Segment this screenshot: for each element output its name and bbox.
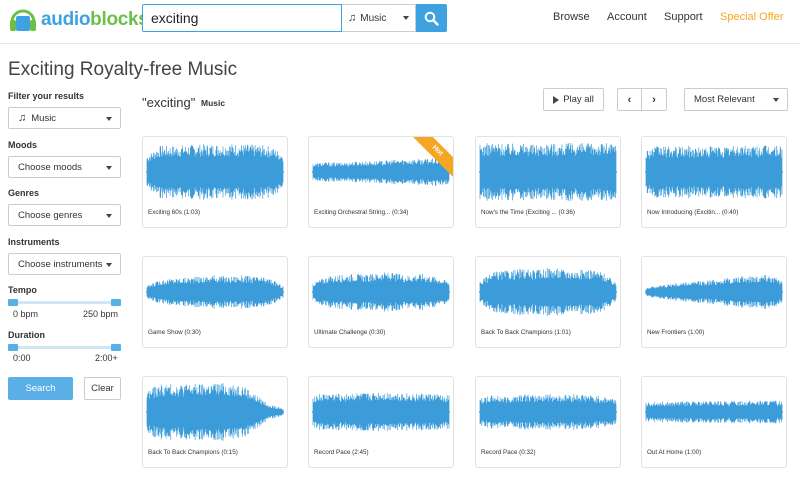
tempo-slider-max-handle[interactable] <box>111 299 121 306</box>
track-title[interactable]: Ultimate Challenge (0:30) <box>314 329 385 336</box>
track-title[interactable]: Now's the Time (Exciting ... (0:36) <box>481 209 575 216</box>
moods-dropdown[interactable]: Choose moods <box>8 156 121 178</box>
prev-page-button[interactable]: ‹ <box>617 88 642 111</box>
top-header: audioblocks exciting ♫ Music Browse Acco… <box>0 0 800 44</box>
instruments-value: Choose instruments <box>18 258 103 270</box>
query-type: Music <box>201 98 226 108</box>
filter-clear-button[interactable]: Clear <box>84 377 121 400</box>
music-note-icon: ♫ <box>348 12 357 24</box>
track-card[interactable]: Ultimate Challenge (0:30) <box>308 256 454 348</box>
nav-special-offer[interactable]: Special Offer <box>720 11 783 23</box>
track-title[interactable]: New Frontiers (1:00) <box>647 329 704 336</box>
logo-text-audio: audio <box>41 9 91 30</box>
waveform-icon[interactable] <box>146 139 284 205</box>
track-title[interactable]: Record Pace (0:32) <box>481 449 536 456</box>
track-title[interactable]: Now Introducing (Excitin... (0:40) <box>647 209 738 216</box>
genres-dropdown[interactable]: Choose genres <box>8 204 121 226</box>
tempo-label: Tempo <box>8 285 37 295</box>
waveform-icon[interactable] <box>146 379 284 445</box>
logo[interactable]: audioblocks <box>8 4 149 36</box>
track-title[interactable]: Record Pace (2:45) <box>314 449 369 456</box>
next-page-button[interactable]: › <box>642 88 667 111</box>
track-card[interactable]: Now's the Time (Exciting ... (0:36) <box>475 136 621 228</box>
chevron-down-icon <box>403 16 409 20</box>
waveform-icon[interactable] <box>479 139 617 205</box>
track-card[interactable]: Exciting Orchestral String... (0:34) Hot <box>308 136 454 228</box>
waveform-icon[interactable] <box>312 379 450 445</box>
chevron-down-icon <box>773 98 779 102</box>
filter-search-button[interactable]: Search <box>8 377 73 400</box>
tempo-slider-min-handle[interactable] <box>8 299 18 306</box>
tempo-max-value: 250 bpm <box>83 309 119 319</box>
chevron-down-icon <box>106 166 112 170</box>
chevron-left-icon: ‹ <box>627 93 632 106</box>
track-title[interactable]: Back To Back Champions (0:15) <box>148 449 238 456</box>
waveform-icon[interactable] <box>479 259 617 325</box>
nav-browse[interactable]: Browse <box>553 11 590 23</box>
duration-slider-min-handle[interactable] <box>8 344 18 351</box>
moods-value: Choose moods <box>18 161 82 173</box>
headphones-logo-icon <box>10 9 36 31</box>
tempo-slider-track[interactable] <box>12 301 117 304</box>
track-title[interactable]: Exciting 60s (1:03) <box>148 209 200 216</box>
track-card[interactable]: Game Show (0:30) <box>142 256 288 348</box>
track-card[interactable]: Record Pace (0:32) <box>475 376 621 468</box>
waveform-icon[interactable] <box>312 259 450 325</box>
duration-label: Duration <box>8 330 45 340</box>
genres-value: Choose genres <box>18 209 83 221</box>
search-input[interactable]: exciting <box>142 4 342 32</box>
genres-label: Genres <box>8 188 40 198</box>
track-card[interactable]: Exciting 60s (1:03) <box>142 136 288 228</box>
play-all-label: Play all <box>563 94 594 105</box>
track-title[interactable]: Out At Home (1:00) <box>647 449 701 456</box>
search-type-value: Music <box>360 12 387 24</box>
play-all-button[interactable]: Play all <box>543 88 604 111</box>
chevron-down-icon <box>106 214 112 218</box>
search-button[interactable] <box>416 4 447 32</box>
track-title[interactable]: Back To Back Champions (1:01) <box>481 329 571 336</box>
type-filter-dropdown[interactable]: ♫ Music <box>8 107 121 129</box>
waveform-icon[interactable] <box>645 139 783 205</box>
nav-support[interactable]: Support <box>664 11 703 23</box>
track-title[interactable]: Exciting Orchestral String... (0:34) <box>314 209 409 216</box>
track-card[interactable]: Out At Home (1:00) <box>641 376 787 468</box>
logo-text: audioblocks <box>41 9 149 31</box>
instruments-label: Instruments <box>8 237 60 247</box>
play-icon <box>553 95 560 104</box>
duration-slider-max-handle[interactable] <box>111 344 121 351</box>
track-card[interactable]: New Frontiers (1:00) <box>641 256 787 348</box>
duration-max-value: 2:00+ <box>95 353 118 363</box>
search-type-dropdown[interactable]: ♫ Music <box>342 4 416 32</box>
sort-value: Most Relevant <box>694 94 755 105</box>
sort-dropdown[interactable]: Most Relevant <box>684 88 788 111</box>
duration-slider-track[interactable] <box>12 346 117 349</box>
tempo-min-value: 0 bpm <box>13 309 39 319</box>
nav-account[interactable]: Account <box>607 11 647 23</box>
music-note-icon: ♫ <box>18 112 27 124</box>
track-card[interactable]: Record Pace (2:45) <box>308 376 454 468</box>
waveform-icon[interactable] <box>645 379 783 445</box>
filter-label: Filter your results <box>8 91 85 101</box>
chevron-down-icon <box>106 117 112 121</box>
instruments-dropdown[interactable]: Choose instruments <box>8 253 121 275</box>
page-title: Exciting Royalty-free Music <box>8 59 238 80</box>
duration-min-value: 0:00 <box>13 353 31 363</box>
waveform-icon[interactable] <box>479 379 617 445</box>
waveform-icon[interactable] <box>645 259 783 325</box>
search-icon <box>424 11 439 26</box>
track-card[interactable]: Back To Back Champions (0:15) <box>142 376 288 468</box>
track-title[interactable]: Game Show (0:30) <box>148 329 201 336</box>
logo-text-blocks: blocks <box>90 9 149 30</box>
query-text: "exciting" <box>142 95 196 110</box>
chevron-down-icon <box>106 263 112 267</box>
moods-label: Moods <box>8 140 37 150</box>
type-filter-value: Music <box>31 112 57 124</box>
track-card[interactable]: Back To Back Champions (1:01) <box>475 256 621 348</box>
track-card[interactable]: Now Introducing (Excitin... (0:40) <box>641 136 787 228</box>
waveform-icon[interactable] <box>146 259 284 325</box>
chevron-right-icon: › <box>652 93 656 106</box>
